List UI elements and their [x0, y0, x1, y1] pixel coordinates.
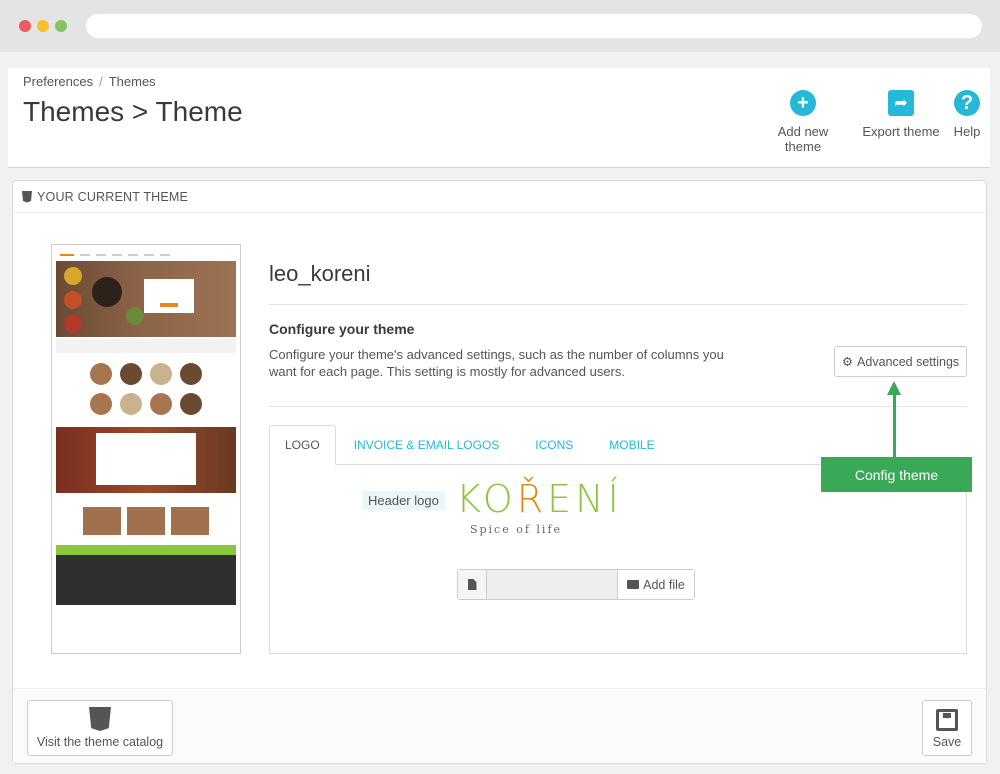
save-label: Save	[932, 735, 962, 749]
file-icon	[458, 570, 487, 599]
logo-brand-part2: ENÍ	[547, 477, 623, 521]
preview-strip	[56, 339, 236, 353]
configure-title: Configure your theme	[269, 321, 415, 337]
divider	[269, 304, 967, 305]
folder-open-icon	[627, 580, 640, 589]
logo-tagline: Spice of life	[469, 523, 563, 536]
help-label: Help	[953, 124, 981, 139]
panel-heading: YOUR CURRENT THEME	[13, 181, 986, 213]
logo-brand-part1: KO	[456, 477, 517, 521]
visit-theme-catalog-label: Visit the theme catalog	[36, 735, 164, 749]
preview-hero	[56, 261, 236, 337]
preview-blog	[56, 493, 236, 541]
theme-name: leo_koreni	[269, 261, 371, 286]
panel-heading-label: YOUR CURRENT THEME	[37, 189, 189, 204]
address-bar[interactable]	[86, 14, 982, 38]
logo-file-upload: Add file	[457, 569, 695, 600]
html5-icon	[89, 707, 111, 731]
logo-tab-content: Header logo KOŘENÍ Spice of life Add fil…	[269, 464, 967, 654]
page-header: Preferences / Themes Themes > Theme + Add …	[8, 68, 990, 168]
save-icon	[936, 709, 958, 731]
current-theme-panel: YOUR CURRENT THEME leo_koreni Configure …	[12, 180, 987, 764]
preview-nav	[56, 249, 236, 261]
logo-brand: KOŘENÍ	[456, 477, 619, 521]
configure-description: Configure your theme's advanced settings…	[269, 347, 724, 379]
preview-deal	[56, 427, 236, 493]
export-theme-button[interactable]: ➦ Export theme	[860, 90, 942, 139]
advanced-settings-button[interactable]: ⚙ Advanced settings	[834, 346, 967, 377]
config-theme-callout: Config theme	[821, 457, 972, 492]
header-logo-label: Header logo	[362, 491, 445, 510]
theme-tabs: LOGO INVOICE & EMAIL LOGOS ICONS MOBILE	[269, 425, 673, 465]
tab-invoice-email-logos[interactable]: INVOICE & EMAIL LOGOS	[336, 425, 518, 465]
breadcrumb: Preferences / Themes	[23, 74, 156, 89]
help-button[interactable]: ? Help	[952, 90, 982, 139]
question-circle-icon: ?	[954, 90, 980, 116]
preview-newsletter	[56, 545, 236, 555]
add-file-label: Add file	[643, 577, 685, 592]
maximize-window-dot[interactable]	[55, 20, 67, 32]
divider	[269, 406, 967, 407]
header-logo-image: KOŘENÍ Spice of life	[456, 477, 619, 536]
share-icon: ➦	[888, 90, 914, 116]
tab-logo[interactable]: LOGO	[269, 425, 336, 465]
export-theme-label: Export theme	[862, 124, 940, 139]
tab-mobile[interactable]: MOBILE	[591, 425, 672, 465]
breadcrumb-preferences[interactable]: Preferences	[23, 74, 93, 89]
browser-chrome	[0, 0, 1000, 52]
logo-file-input[interactable]	[487, 570, 617, 599]
html5-icon	[22, 190, 32, 203]
add-file-button[interactable]: Add file	[617, 570, 694, 599]
minimize-window-dot[interactable]	[37, 20, 49, 32]
callout-arrow-line	[893, 393, 896, 457]
save-button[interactable]: Save	[922, 700, 972, 756]
breadcrumb-separator: /	[99, 74, 103, 89]
preview-footer	[56, 555, 236, 605]
page: Preferences / Themes Themes > Theme + Add …	[0, 52, 1000, 774]
preview-products	[56, 353, 236, 423]
breadcrumb-themes[interactable]: Themes	[109, 74, 156, 89]
plus-circle-icon: +	[790, 90, 816, 116]
cog-icon: ⚙	[841, 355, 854, 369]
page-title: Themes > Theme	[23, 96, 243, 127]
add-new-theme-button[interactable]: + Add new theme	[758, 90, 848, 154]
close-window-dot[interactable]	[19, 20, 31, 32]
add-new-theme-label: Add new theme	[777, 124, 829, 154]
panel-footer: Visit the theme catalog Save	[13, 688, 986, 763]
theme-preview-image	[51, 244, 241, 654]
logo-brand-r: Ř	[516, 477, 548, 521]
tab-icons[interactable]: ICONS	[517, 425, 591, 465]
advanced-settings-label: Advanced settings	[857, 354, 960, 369]
visit-theme-catalog-button[interactable]: Visit the theme catalog	[27, 700, 173, 756]
